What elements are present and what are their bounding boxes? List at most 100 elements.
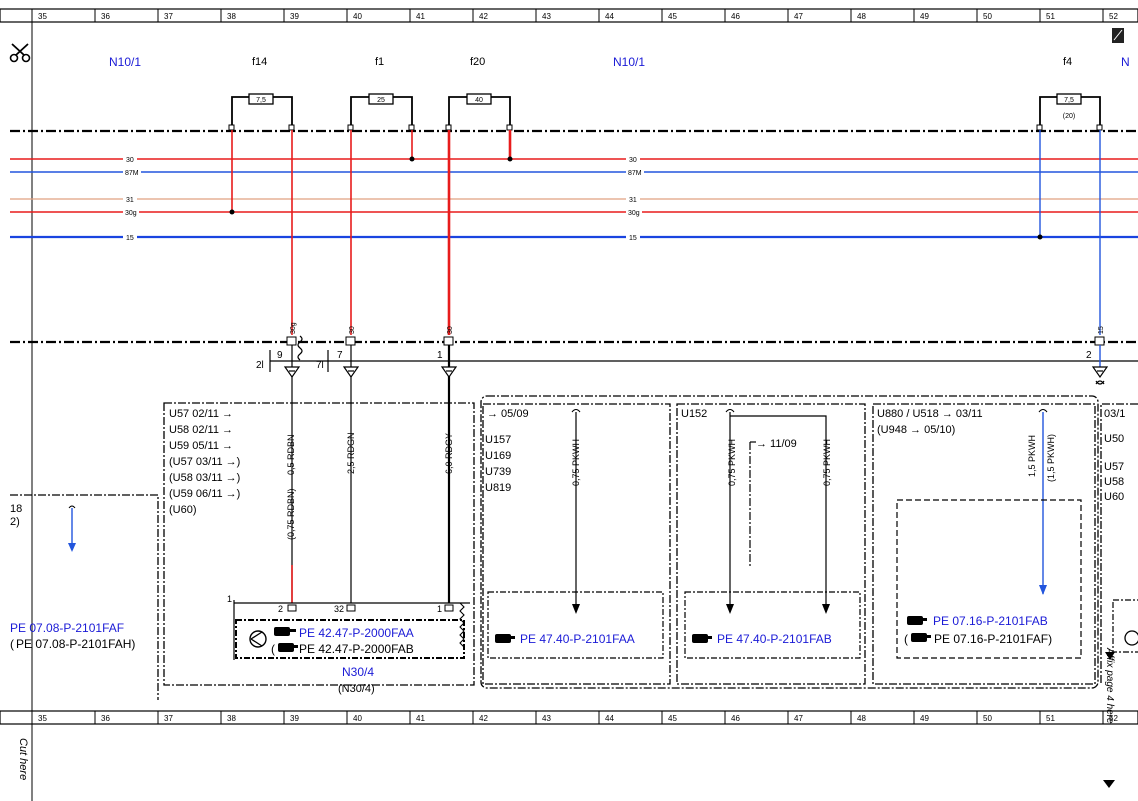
box-d-ref-1: PE 07.16-P-2101FAB bbox=[933, 614, 1048, 628]
box-n30-pin-c: 32 bbox=[334, 604, 344, 614]
fuse-f20: 40 bbox=[448, 93, 511, 128]
pointing-hand-icon bbox=[278, 643, 298, 652]
box-b-code-2: U169 bbox=[485, 450, 511, 462]
fuse-f4-extra: (20) bbox=[1063, 113, 1075, 120]
wire-label-6-0-rdgy: 6,0 RDGY bbox=[444, 433, 454, 474]
box-d-line-2: (U948 → 05/10) bbox=[877, 424, 955, 436]
box-n30-pin-a: 1 bbox=[227, 594, 232, 604]
box-d-ref-2: PE 07.16-P-2101FAF) bbox=[934, 632, 1052, 646]
box-n30-line-7: (U60) bbox=[169, 504, 197, 516]
ruler-bottom-col-36: 36 bbox=[101, 714, 110, 723]
box-left-line-1: 18 bbox=[10, 503, 22, 515]
svg-text:(: ( bbox=[10, 637, 14, 651]
box-e-line-4: U58 bbox=[1104, 476, 1124, 488]
box-e-line-1: 03/1 bbox=[1104, 408, 1125, 420]
ruler-bottom-col-50: 50 bbox=[983, 714, 992, 723]
ruler-top-col-43: 43 bbox=[542, 12, 551, 21]
ruler-bottom-col-40: 40 bbox=[353, 714, 362, 723]
box-left-ref-1: PE 07.08-P-2101FAF bbox=[10, 621, 124, 635]
n10-1-label-mid: N10/1 bbox=[613, 55, 645, 69]
pin-30g: 30g bbox=[290, 322, 297, 334]
ruler-top-col-38: 38 bbox=[227, 12, 236, 21]
ruler-top-col-49: 49 bbox=[920, 12, 929, 21]
box-n30-pin-b: 2 bbox=[278, 604, 283, 614]
fuse-f20-label: f20 bbox=[470, 56, 485, 68]
ruler-top-col-51: 51 bbox=[1046, 12, 1055, 21]
pointing-hand-icon bbox=[495, 634, 515, 643]
ruler-bottom-col-43: 43 bbox=[542, 714, 551, 723]
page-marker-icon bbox=[1112, 28, 1124, 43]
box-b-line-1: → 05/09 bbox=[487, 408, 529, 420]
box-n30-4: U57 02/11 → U58 02/11 → U59 05/11 → (U57… bbox=[163, 402, 475, 695]
fuse-f14-label: f14 bbox=[252, 56, 267, 68]
wire-label-pkwh-2: 0,75 PKWH bbox=[727, 439, 737, 486]
wire-label-1-5-pkwh-alt: (1,5 PKWH) bbox=[1046, 434, 1056, 482]
ruler-bottom-col-47: 47 bbox=[794, 714, 803, 723]
fuse-f1-rating: 25 bbox=[377, 97, 385, 104]
ruler-bottom-col-38: 38 bbox=[227, 714, 236, 723]
fuse-f1: 25 bbox=[350, 93, 413, 128]
bus-label-30g: 30g bbox=[125, 210, 137, 217]
box-left-line-2: 2) bbox=[10, 516, 20, 528]
box-c-ref: PE 47.40-P-2101FAB bbox=[717, 632, 832, 646]
box-b-code-1: U157 bbox=[485, 434, 511, 446]
bus-label-15: 15 bbox=[126, 235, 134, 242]
fuse-f14-rating: 7,5 bbox=[256, 97, 266, 104]
box-b-ref: PE 47.40-P-2101FAA bbox=[520, 632, 635, 646]
ruler-top-col-41: 41 bbox=[416, 12, 425, 21]
box-e-line-2: U50 bbox=[1104, 433, 1124, 445]
bottom-ruler: 35 36 37 38 39 40 41 42 43 44 45 46 47 48 49 50 51 52 bbox=[0, 710, 1138, 725]
n10-1-label-right: N bbox=[1121, 55, 1130, 69]
fuse-f4-rating: 7,5 bbox=[1064, 97, 1074, 104]
svg-text:(: ( bbox=[904, 632, 908, 646]
ruler-bottom-col-41: 41 bbox=[416, 714, 425, 723]
ruler-bottom-col-49: 49 bbox=[920, 714, 929, 723]
box-d-line-1: U880 / U518 → 03/11 bbox=[877, 408, 983, 420]
ruler-top-col-52: 52 bbox=[1109, 12, 1118, 21]
bus-label-31-mid: 31 bbox=[629, 197, 637, 204]
box-n30-line-1: U57 02/11 → bbox=[169, 408, 233, 420]
ruler-top-col-35: 35 bbox=[38, 12, 47, 21]
pin-1: 1 bbox=[437, 350, 443, 361]
ruler-top-col-47: 47 bbox=[794, 12, 803, 21]
bus-label-30-mid: 30 bbox=[629, 157, 637, 164]
pin-2l: 2l bbox=[256, 360, 264, 371]
svg-text:(: ( bbox=[271, 642, 275, 656]
box-d: U880 / U518 → 03/11 (U948 → 05/10) PE 07… bbox=[872, 403, 1096, 685]
box-n30-line-4: (U57 03/11 →) bbox=[169, 456, 240, 468]
box-left-ref-2: PE 07.08-P-2101FAH) bbox=[16, 637, 135, 651]
pin-7: 7 bbox=[337, 350, 343, 361]
top-ruler: 35 36 37 38 39 40 41 42 43 44 45 46 47 48 49 50 51 52 bbox=[0, 8, 1138, 23]
ruler-bottom-col-51: 51 bbox=[1046, 714, 1055, 723]
fuse-f1-label: f1 bbox=[375, 56, 384, 68]
ruler-bottom-col-44: 44 bbox=[605, 714, 614, 723]
cut-here-hint: Cut here bbox=[17, 738, 29, 780]
ruler-top-col-50: 50 bbox=[983, 12, 992, 21]
box-n30-label-alt: (N30/4) bbox=[338, 683, 375, 695]
ruler-top-col-39: 39 bbox=[290, 12, 299, 21]
pointing-hand-icon bbox=[907, 616, 927, 625]
box-e-partial: 03/1 U50 U57 U58 U60 bbox=[1100, 403, 1138, 684]
box-n30-line-5: (U58 03/11 →) bbox=[169, 472, 240, 484]
box-c: U152 → 11/09 PE 47.40-P-2101FAB bbox=[676, 403, 866, 685]
ruler-bottom-col-48: 48 bbox=[857, 714, 866, 723]
bus-label-87m-mid: 87M bbox=[628, 170, 642, 177]
ruler-bottom-col-37: 37 bbox=[164, 714, 173, 723]
pin-30a: 30 bbox=[349, 326, 356, 334]
pointing-hand-icon bbox=[274, 627, 296, 636]
box-c-arrow-text: → 11/09 bbox=[756, 438, 797, 450]
n10-1-label-left: N10/1 bbox=[109, 55, 141, 69]
box-n30-ref-1: PE 42.47-P-2000FAA bbox=[299, 626, 414, 640]
box-n30-line-2: U58 02/11 → bbox=[169, 424, 233, 436]
pin-2: 2 bbox=[1086, 350, 1092, 361]
box-b-code-3: U739 bbox=[485, 466, 511, 478]
pin-9: 9 bbox=[277, 350, 283, 361]
ruler-bottom-col-46: 46 bbox=[731, 714, 740, 723]
bus-label-31: 31 bbox=[126, 197, 134, 204]
wire-label-pkwh-3: 0,75 PKWH bbox=[822, 439, 832, 486]
box-n30-line-6: (U59 06/11 →) bbox=[169, 488, 240, 500]
ruler-bottom-col-42: 42 bbox=[479, 714, 488, 723]
fuse-wires bbox=[231, 130, 1101, 335]
ruler-top-col-48: 48 bbox=[857, 12, 866, 21]
box-n30-line-3: U59 05/11 → bbox=[169, 440, 233, 452]
